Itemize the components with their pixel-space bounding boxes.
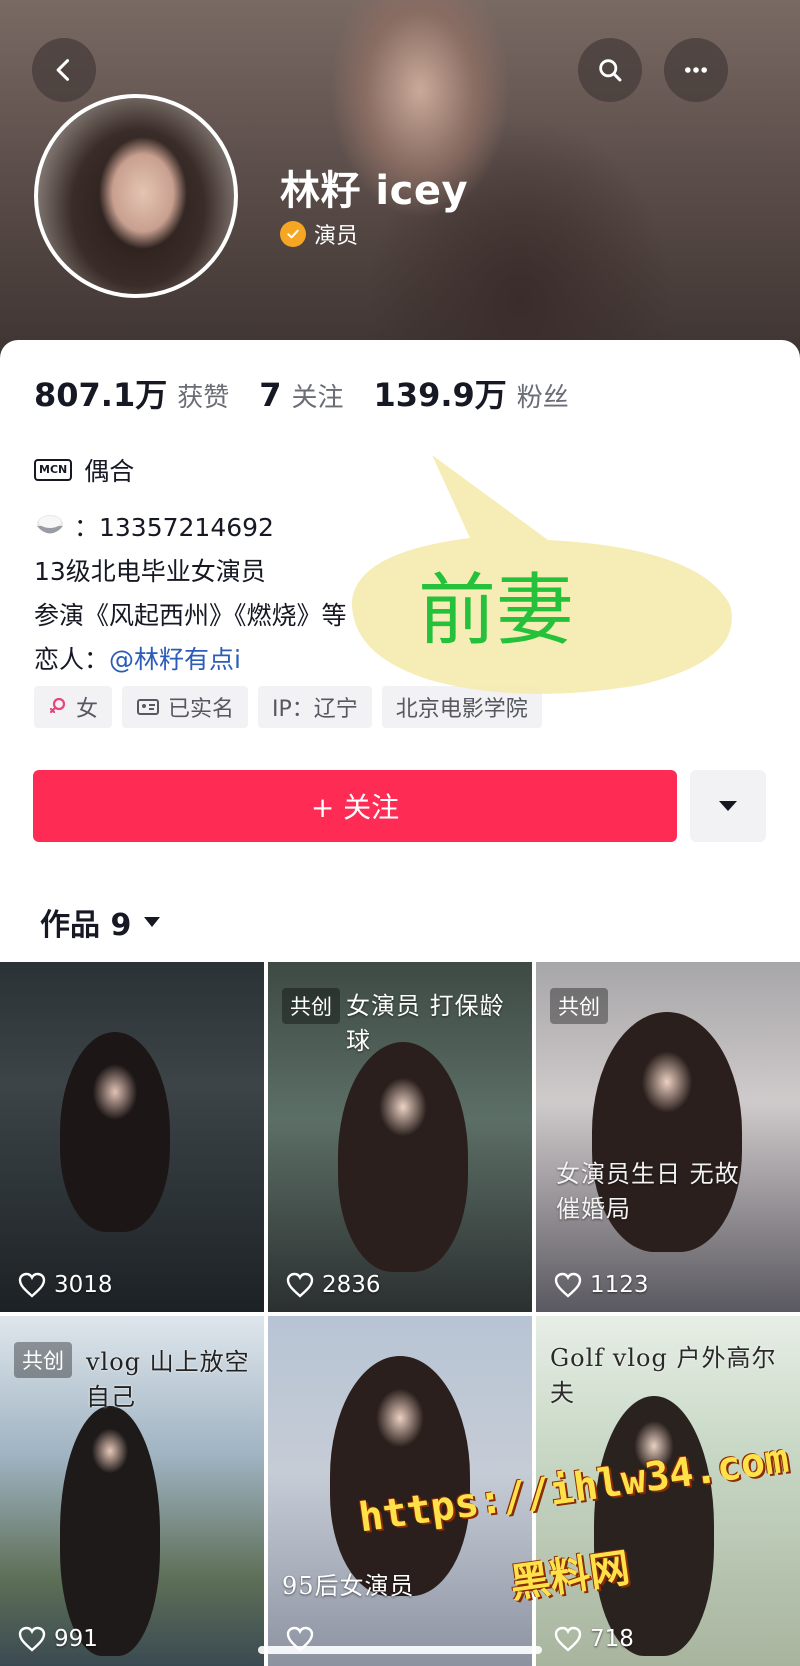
annotation-text: 前妻 (418, 566, 575, 656)
video-tile[interactable]: 共创 女演员生日 无故催婚局 1123 (536, 962, 800, 1312)
video-caption: vlog 山上放空自己 (86, 1348, 250, 1411)
caret-down-icon (144, 917, 161, 927)
tag-label: 已实名 (168, 697, 235, 722)
likes-count: 2836 (322, 1272, 381, 1298)
stat-likes[interactable]: 807.1万 获赞 (34, 370, 229, 416)
video-likes: 3018 (18, 1272, 113, 1298)
video-tile[interactable]: 共创 vlog 山上放空自己 991 (0, 1316, 264, 1666)
profile-name: 林籽 icey (280, 168, 469, 214)
tag-verified: 已实名 (122, 686, 249, 728)
back-button[interactable] (32, 38, 96, 102)
search-button[interactable] (578, 38, 642, 102)
video-caption: 女演员生日 无故催婚局 (556, 1160, 740, 1223)
video-likes: 2836 (286, 1272, 381, 1298)
video-tile[interactable]: 3018 (0, 962, 264, 1312)
stat-followers[interactable]: 139.9万 粉丝 (374, 370, 569, 416)
likes-count: 718 (590, 1626, 634, 1652)
stat-label: 关注 (291, 383, 344, 413)
verified-badge-icon (280, 221, 306, 247)
bio-phone: ：13357214692 (74, 513, 274, 542)
tag-ip-location: IP：辽宁 (258, 686, 372, 728)
video-likes: 718 (554, 1626, 634, 1652)
profile-tags: 女 已实名 IP：辽宁 北京电影学院 (34, 686, 542, 728)
female-icon (49, 697, 66, 714)
role-label: 演员 (314, 224, 359, 249)
tag-label: IP：辽宁 (272, 697, 358, 722)
bio-phone-line: ：13357214692 (34, 508, 274, 544)
partner-label: 恋人： (34, 645, 110, 674)
video-thumbnail (60, 1406, 160, 1656)
stat-label: 获赞 (177, 383, 230, 413)
video-likes: 991 (18, 1626, 98, 1652)
video-caption: 女演员 打保龄球 (346, 992, 505, 1055)
follow-button[interactable]: + 关注 (33, 770, 677, 842)
stat-following[interactable]: 7 关注 (259, 376, 343, 414)
tag-school[interactable]: 北京电影学院 (381, 686, 542, 728)
heart-icon (554, 1626, 582, 1652)
co-creation-tag: 共创 (14, 1342, 72, 1378)
video-thumbnail (594, 1396, 714, 1656)
caret-down-icon (719, 801, 737, 811)
stat-value: 139.9万 (373, 376, 507, 414)
co-creation-tag: 共创 (282, 988, 340, 1024)
follow-dropdown-button[interactable] (690, 770, 766, 842)
ellipsis-icon (685, 67, 707, 73)
video-grid: 3018 共创 女演员 打保龄球 2836 共创 女演员生日 无故催婚局 112… (0, 962, 800, 1666)
partner-link[interactable]: @林籽有点i (109, 645, 241, 674)
heart-icon (18, 1626, 46, 1652)
video-thumbnail (338, 1042, 468, 1272)
tag-label: 北京电影学院 (395, 697, 528, 722)
tag-label: 女 (76, 697, 99, 722)
follow-label: + 关注 (310, 791, 400, 824)
likes-count: 3018 (54, 1272, 113, 1298)
likes-count: 991 (54, 1626, 98, 1652)
heart-icon (286, 1272, 314, 1298)
bio-line-1: 13级北电毕业女演员 (34, 557, 266, 586)
heart-icon (554, 1272, 582, 1298)
video-caption: 95后女演员 (282, 1572, 415, 1600)
heart-icon (18, 1272, 46, 1298)
rice-bowl-icon (37, 515, 63, 534)
more-options-button[interactable] (664, 38, 728, 102)
avatar[interactable] (34, 94, 238, 298)
tab-works-label: 作品 9 (40, 908, 132, 943)
chevron-left-icon (56, 59, 70, 81)
bio-partner-line: 恋人：@林籽有点i (34, 640, 241, 676)
video-caption: Golf vlog 户外高尔夫 (550, 1344, 777, 1407)
search-icon (599, 59, 622, 82)
home-indicator[interactable] (258, 1646, 542, 1654)
co-creation-tag: 共创 (550, 988, 608, 1024)
video-tile[interactable]: 共创 女演员 打保龄球 2836 (268, 962, 532, 1312)
video-thumbnail (60, 1032, 170, 1232)
bio-line-2: 参演《风起西州》《燃烧》等 (34, 601, 347, 630)
tab-works[interactable]: 作品 9 (40, 900, 161, 944)
profile-stats: 807.1万 获赞 7 关注 139.9万 粉丝 (34, 370, 569, 416)
mcn-agency[interactable]: MCN 偶合 (34, 452, 134, 488)
stat-value: 7 (259, 376, 282, 414)
video-likes: 1123 (554, 1272, 649, 1298)
stat-label: 粉丝 (516, 383, 569, 413)
stat-value: 807.1万 (34, 376, 168, 414)
video-thumbnail (330, 1356, 470, 1596)
mcn-name: 偶合 (84, 457, 135, 486)
likes-count: 1123 (590, 1272, 649, 1298)
verified-role: 演员 (280, 218, 358, 250)
id-card-icon (137, 699, 160, 715)
tag-gender: 女 (34, 686, 113, 728)
mcn-icon: MCN (34, 459, 73, 481)
